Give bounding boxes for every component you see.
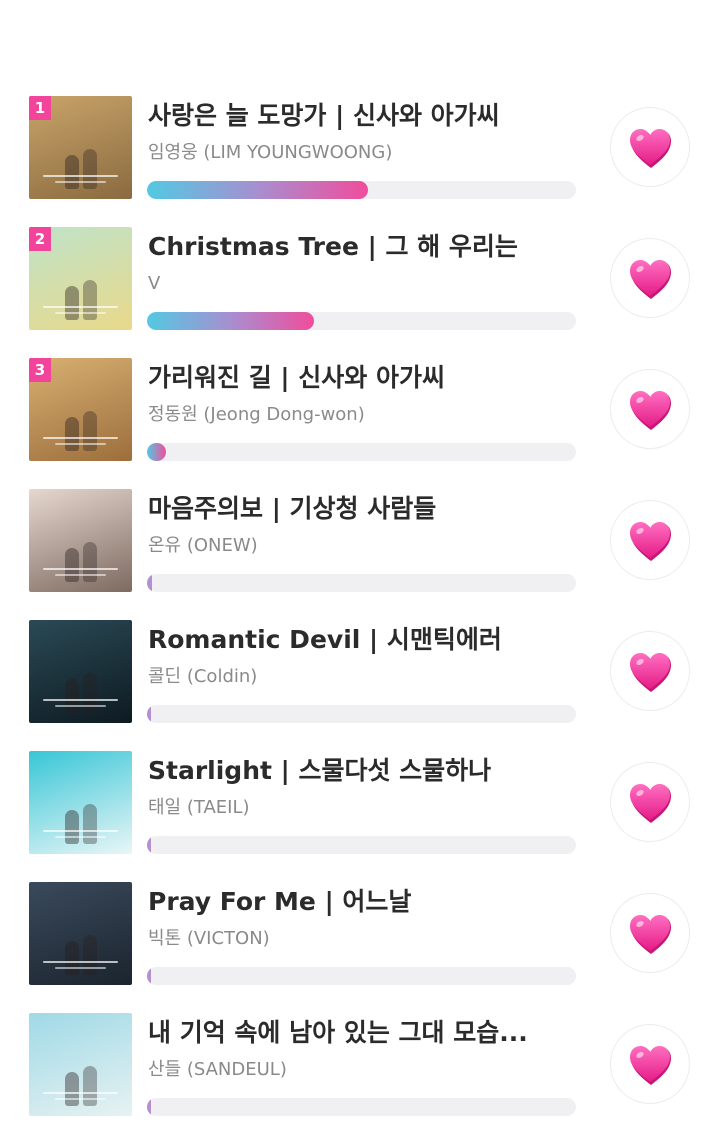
vote-progress-fill (147, 574, 152, 592)
album-cover (29, 489, 132, 592)
vote-heart-button[interactable] (610, 893, 690, 973)
album-cover (29, 751, 132, 854)
artist-name: 임영웅 (LIM YOUNGWOONG) (148, 142, 393, 163)
rank-badge: 3 (29, 358, 51, 382)
song-ranking-list: 1 사랑은 늘 도망가 | 신사와 아가씨임영웅 (LIM YOUNGWOONG)… (0, 95, 720, 1143)
song-title: Romantic Devil | 시맨틱에러 (148, 625, 502, 654)
song-row[interactable]: 1 사랑은 늘 도망가 | 신사와 아가씨임영웅 (LIM YOUNGWOONG) (0, 95, 720, 226)
artist-name: 정동원 (Jeong Dong-won) (148, 404, 365, 425)
artist-name: V (148, 273, 161, 294)
rank-badge: 2 (29, 227, 51, 251)
vote-progress-bar (147, 312, 576, 330)
rank-badge: 1 (29, 96, 51, 120)
vote-progress-fill (147, 967, 151, 985)
vote-progress-bar (147, 181, 576, 199)
vote-progress-bar (147, 967, 576, 985)
vote-progress-bar (147, 443, 576, 461)
vote-heart-button[interactable] (610, 107, 690, 187)
song-title: Christmas Tree | 그 해 우리는 (148, 232, 518, 261)
vote-progress-fill (147, 705, 151, 723)
vote-heart-button[interactable] (610, 500, 690, 580)
album-art (29, 620, 132, 723)
vote-progress-fill (147, 443, 166, 461)
song-row[interactable]: Starlight | 스물다섯 스물하나태일 (TAEIL) (0, 750, 720, 881)
song-row[interactable]: 내 기억 속에 남아 있는 그대 모습... 산들 (SANDEUL) (0, 1012, 720, 1143)
album-art (29, 751, 132, 854)
artist-name: 빅톤 (VICTON) (148, 928, 270, 949)
song-row[interactable]: 2 Christmas Tree | 그 해 우리는 V (0, 226, 720, 357)
vote-progress-bar (147, 836, 576, 854)
vote-progress-fill (147, 1098, 151, 1116)
vote-heart-button[interactable] (610, 238, 690, 318)
vote-heart-button[interactable] (610, 369, 690, 449)
song-row[interactable]: 마음주의보 | 기상청 사람들온유 (ONEW) (0, 488, 720, 619)
vote-progress-bar (147, 574, 576, 592)
artist-name: 태일 (TAEIL) (148, 797, 250, 818)
vote-heart-button[interactable] (610, 762, 690, 842)
album-cover: 2 (29, 227, 132, 330)
album-cover: 1 (29, 96, 132, 199)
album-art (29, 1013, 132, 1116)
vote-progress-bar (147, 705, 576, 723)
artist-name: 콜딘 (Coldin) (148, 666, 258, 687)
song-row[interactable]: Romantic Devil | 시맨틱에러콜딘 (Coldin) (0, 619, 720, 750)
album-art (29, 489, 132, 592)
album-cover (29, 1013, 132, 1116)
album-cover (29, 620, 132, 723)
song-title: Starlight | 스물다섯 스물하나 (148, 756, 492, 785)
album-art (29, 882, 132, 985)
album-cover: 3 (29, 358, 132, 461)
vote-heart-button[interactable] (610, 631, 690, 711)
song-row[interactable]: 3 가리워진 길 | 신사와 아가씨정동원 (Jeong Dong-won) (0, 357, 720, 488)
song-title: 가리워진 길 | 신사와 아가씨 (148, 363, 445, 392)
song-row[interactable]: Pray For Me | 어느날빅톤 (VICTON) (0, 881, 720, 1012)
vote-progress-bar (147, 1098, 576, 1116)
artist-name: 산들 (SANDEUL) (148, 1059, 287, 1080)
vote-heart-button[interactable] (610, 1024, 690, 1104)
vote-progress-fill (147, 836, 151, 854)
song-title: 마음주의보 | 기상청 사람들 (148, 494, 437, 523)
song-title: 내 기억 속에 남아 있는 그대 모습... (148, 1018, 528, 1047)
vote-progress-fill (147, 312, 314, 330)
artist-name: 온유 (ONEW) (148, 535, 258, 556)
song-title: 사랑은 늘 도망가 | 신사와 아가씨 (148, 101, 500, 130)
album-cover (29, 882, 132, 985)
song-title: Pray For Me | 어느날 (148, 887, 412, 916)
vote-progress-fill (147, 181, 368, 199)
